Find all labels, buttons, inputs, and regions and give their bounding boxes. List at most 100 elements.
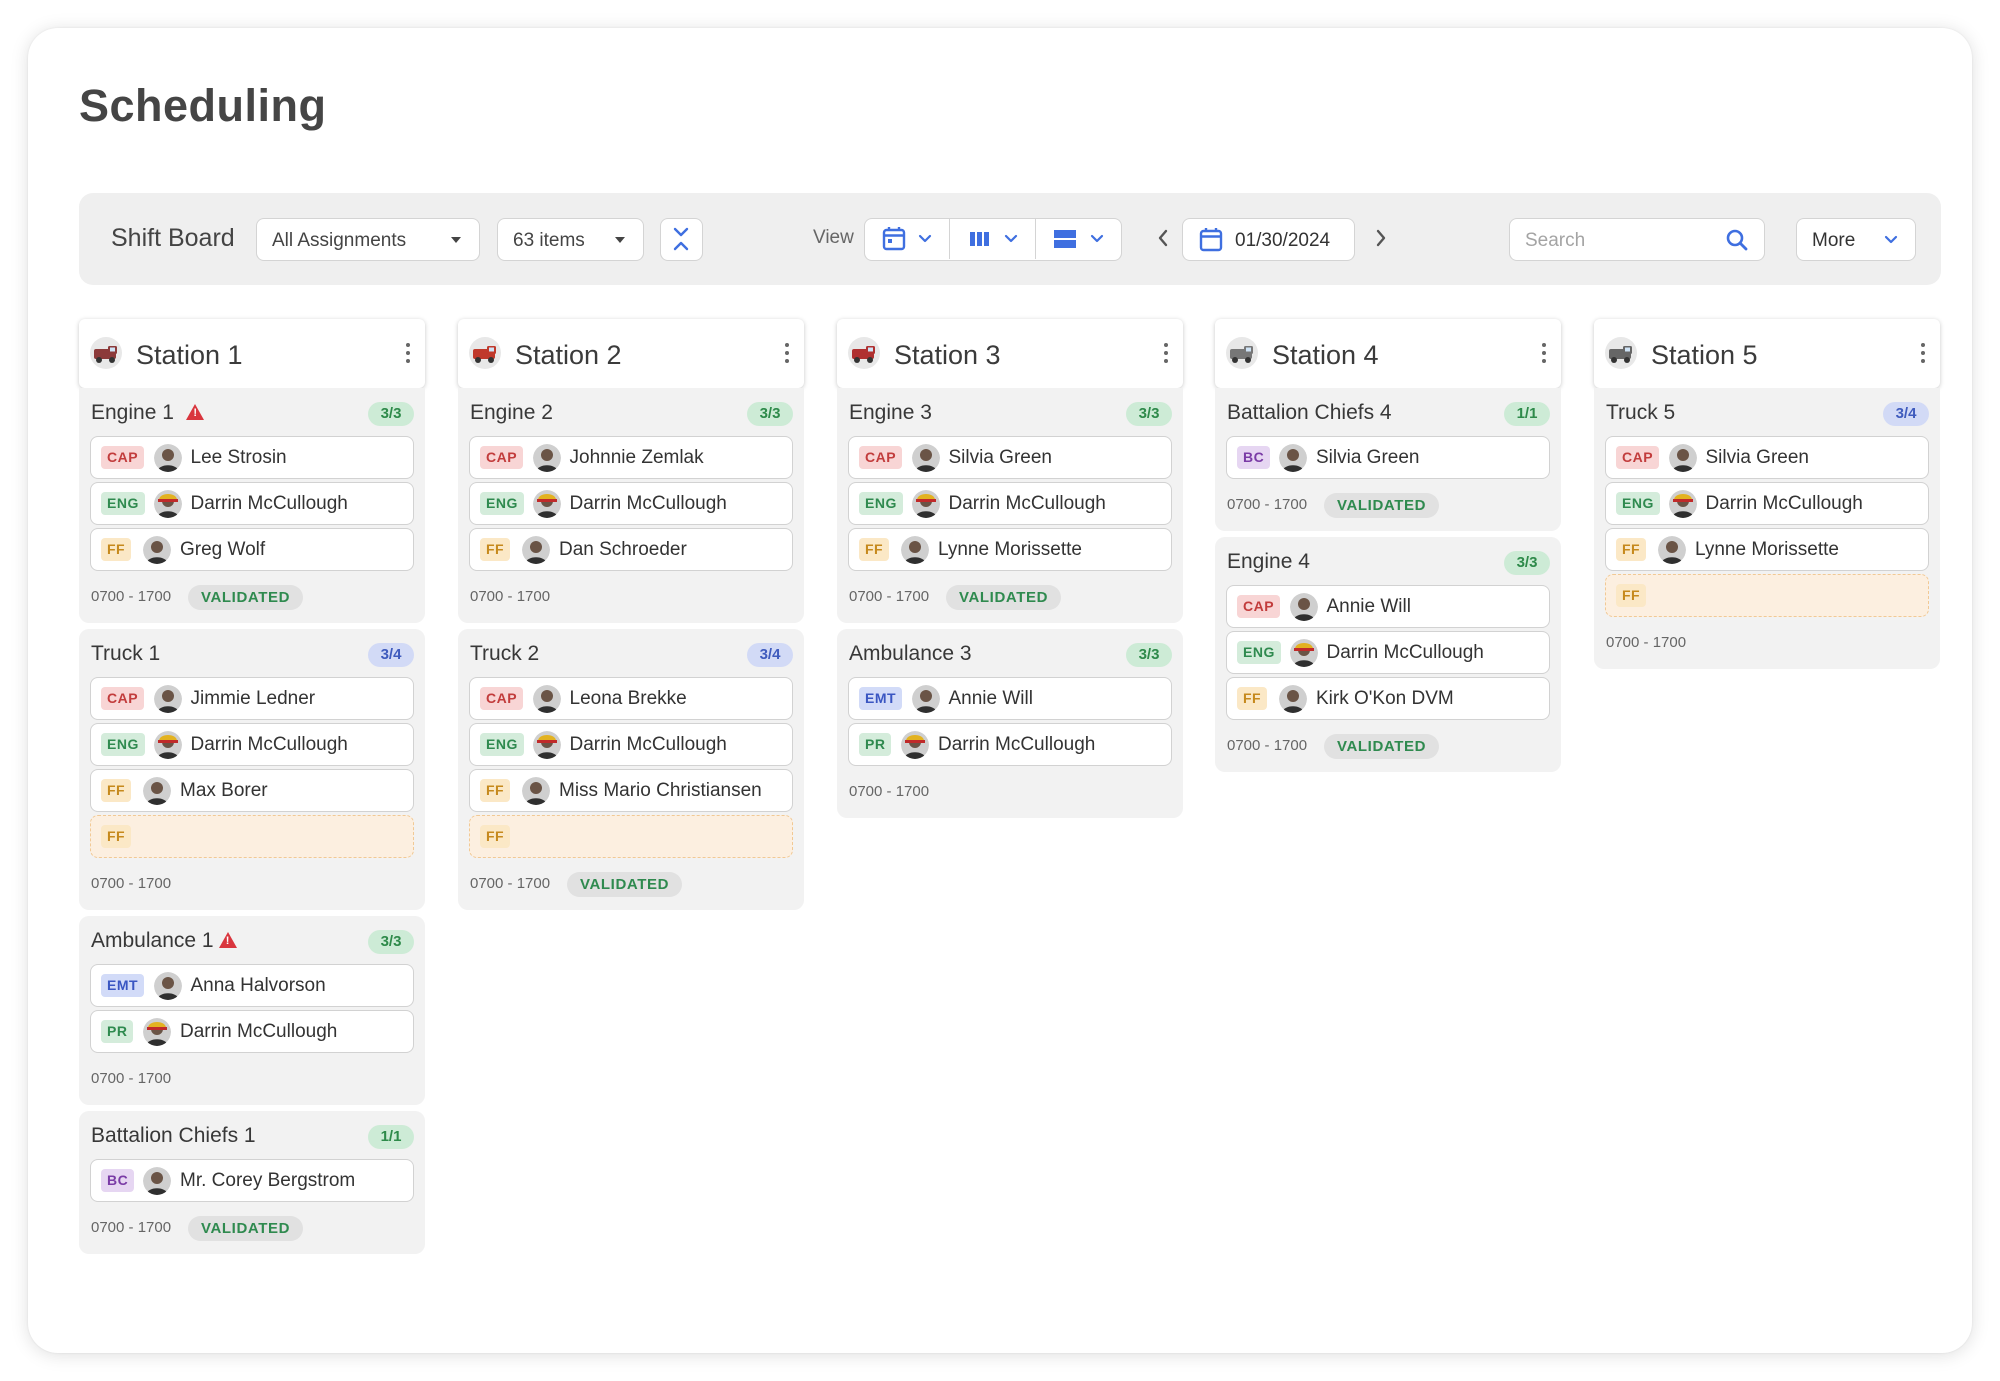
assignment-slot[interactable]: FF Dan Schroeder xyxy=(469,528,793,571)
avatar xyxy=(1668,490,1697,518)
caret-down-icon xyxy=(451,237,461,243)
more-options-icon[interactable] xyxy=(1920,343,1926,365)
role-badge: CAP xyxy=(480,687,524,710)
person-name: Leona Brekke xyxy=(569,688,687,709)
avatar xyxy=(153,731,182,759)
rows-view-button[interactable] xyxy=(1035,219,1121,259)
unit-footer: 0700 - 1700 xyxy=(90,1065,414,1093)
search-input[interactable]: Search xyxy=(1509,218,1765,261)
unit-footer: 0700 - 1700 VALIDATED xyxy=(90,583,414,611)
person-name: Dan Schroeder xyxy=(559,539,687,560)
role-badge: ENG xyxy=(1616,492,1660,515)
more-options-icon[interactable] xyxy=(1163,343,1169,365)
person-name: Lee Strosin xyxy=(190,447,287,468)
unit-header: Engine 3 3/3 xyxy=(848,401,1172,427)
assignment-slot[interactable]: PR Darrin McCullough xyxy=(90,1010,414,1053)
role-badge: CAP xyxy=(480,446,524,469)
person-name: Greg Wolf xyxy=(180,539,266,560)
assignment-slot[interactable]: CAP Johnnie Zemlak xyxy=(469,436,793,479)
open-position-slot[interactable]: FF xyxy=(1605,574,1929,617)
assignment-slot[interactable]: FF Kirk O'Kon DVM xyxy=(1226,677,1550,720)
unit-name: Truck 2 xyxy=(470,642,540,665)
assignment-slot[interactable]: ENG Darrin McCullough xyxy=(469,723,793,766)
more-options-icon[interactable] xyxy=(1541,343,1547,365)
assignment-slot[interactable]: EMT Anna Halvorson xyxy=(90,964,414,1007)
validated-badge: VALIDATED xyxy=(1324,734,1440,759)
assignment-slot[interactable]: FF Max Borer xyxy=(90,769,414,812)
assignment-slot[interactable]: CAP Silvia Green xyxy=(848,436,1172,479)
more-options-icon[interactable] xyxy=(405,343,411,365)
assignment-slot[interactable]: ENG Darrin McCullough xyxy=(848,482,1172,525)
assignment-slot[interactable]: ENG Darrin McCullough xyxy=(1226,631,1550,674)
assignment-slot[interactable]: CAP Silvia Green xyxy=(1605,436,1929,479)
previous-date-button[interactable] xyxy=(1151,224,1175,252)
assignment-slot[interactable]: BC Mr. Corey Bergstrom xyxy=(90,1159,414,1202)
avatar xyxy=(143,1167,171,1195)
validated-badge: VALIDATED xyxy=(188,585,304,610)
person-name: Miss Mario Christiansen xyxy=(559,780,762,801)
assignment-slot[interactable]: CAP Annie Will xyxy=(1226,585,1550,628)
assignment-slot[interactable]: ENG Darrin McCullough xyxy=(469,482,793,525)
date-picker[interactable]: 01/30/2024 xyxy=(1182,218,1355,261)
avatar xyxy=(153,444,182,472)
unit-card: Engine 3 3/3 CAP Silvia Green ENG Darrin McCu… xyxy=(837,388,1183,623)
assignment-slot[interactable]: ENG Darrin McCullough xyxy=(1605,482,1929,525)
station-name: Station 3 xyxy=(894,340,1001,370)
columns-view-button[interactable] xyxy=(949,219,1035,259)
search-icon[interactable] xyxy=(1724,227,1750,253)
person-name: Darrin McCullough xyxy=(180,1021,338,1042)
more-options-icon[interactable] xyxy=(784,343,790,365)
calendar-icon xyxy=(1199,228,1223,252)
assignment-slot[interactable]: CAP Leona Brekke xyxy=(469,677,793,720)
avatar xyxy=(143,536,171,564)
search-placeholder: Search xyxy=(1525,230,1586,251)
assignment-slot[interactable]: PR Darrin McCullough xyxy=(848,723,1172,766)
role-badge: ENG xyxy=(1237,641,1281,664)
station-header: Station 5 xyxy=(1594,319,1940,388)
fire-truck-icon xyxy=(1225,336,1259,370)
items-per-page-dropdown[interactable]: 63 items xyxy=(497,218,644,261)
warning-icon xyxy=(218,932,237,948)
assignments-dropdown[interactable]: All Assignments xyxy=(256,218,480,261)
assignment-slot[interactable]: EMT Annie Will xyxy=(848,677,1172,720)
avatar xyxy=(1279,444,1307,472)
role-badge: ENG xyxy=(480,492,524,515)
assignment-slot[interactable]: FF Miss Mario Christiansen xyxy=(469,769,793,812)
open-position-slot[interactable]: FF xyxy=(469,815,793,858)
unit-card: Engine 1 3/3 CAP Lee Strosin ENG Darrin McCul… xyxy=(79,388,425,623)
avatar xyxy=(153,685,182,713)
person-name: Darrin McCullough xyxy=(1326,642,1484,663)
role-badge: ENG xyxy=(101,733,145,756)
shift-time: 0700 - 1700 xyxy=(1227,496,1308,513)
avatar xyxy=(911,685,940,713)
unit-card: Ambulance 3 3/3 EMT Annie Will PR Darrin McCu… xyxy=(837,629,1183,818)
role-badge: FF xyxy=(1616,584,1647,607)
assignment-slot[interactable]: CAP Jimmie Ledner xyxy=(90,677,414,720)
unit-header: Engine 4 3/3 xyxy=(1226,550,1550,576)
person-name: Anna Halvorson xyxy=(190,975,326,996)
unit-name: Engine 1 xyxy=(91,401,174,424)
assignment-slot[interactable]: CAP Lee Strosin xyxy=(90,436,414,479)
avatar xyxy=(153,972,182,1000)
unit-header: Battalion Chiefs 1 1/1 xyxy=(90,1124,414,1150)
collapse-all-button[interactable] xyxy=(660,218,703,261)
unit-name: Battalion Chiefs 4 xyxy=(1227,401,1392,424)
more-menu-button[interactable]: More xyxy=(1796,218,1916,261)
open-position-slot[interactable]: FF xyxy=(90,815,414,858)
person-name: Lynne Morissette xyxy=(938,539,1082,560)
validated-badge: VALIDATED xyxy=(1324,493,1440,518)
next-date-button[interactable] xyxy=(1369,224,1393,252)
assignment-slot[interactable]: FF Lynne Morissette xyxy=(1605,528,1929,571)
person-name: Darrin McCullough xyxy=(190,493,348,514)
unit-footer: 0700 - 1700 xyxy=(90,870,414,898)
calendar-view-button[interactable] xyxy=(865,219,949,259)
assignment-slot[interactable]: ENG Darrin McCullough xyxy=(90,723,414,766)
unit-name: Engine 4 xyxy=(1227,550,1310,573)
unit-card: Truck 5 3/4 CAP Silvia Green ENG Darrin McCul… xyxy=(1594,388,1940,669)
assignment-slot[interactable]: FF Lynne Morissette xyxy=(848,528,1172,571)
assignment-slot[interactable]: ENG Darrin McCullough xyxy=(90,482,414,525)
person-name: Darrin McCullough xyxy=(569,734,727,755)
assignment-slot[interactable]: FF Greg Wolf xyxy=(90,528,414,571)
assignment-slot[interactable]: BC Silvia Green xyxy=(1226,436,1550,479)
view-label: View xyxy=(813,227,854,248)
